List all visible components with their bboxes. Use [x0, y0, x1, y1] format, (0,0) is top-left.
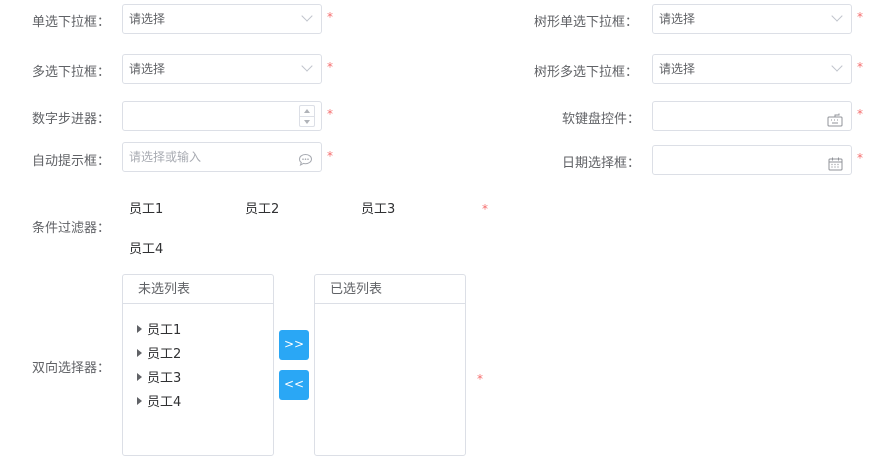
required-mark: *: [327, 60, 333, 74]
comment-icon: [298, 149, 313, 177]
calendar-icon[interactable]: [828, 153, 843, 181]
tree-node[interactable]: 员工4: [137, 391, 181, 410]
tree-single-select[interactable]: 请选择: [652, 4, 852, 34]
single-select-placeholder: 请选择: [129, 12, 166, 26]
caret-right-icon[interactable]: [137, 397, 142, 405]
stepper-controls: [299, 105, 315, 127]
required-mark: *: [857, 107, 863, 121]
date-picker-label: 日期选择框：: [562, 156, 641, 171]
transfer-left-title: 未选列表: [123, 275, 273, 304]
required-mark: *: [327, 149, 333, 163]
caret-right-icon[interactable]: [137, 325, 142, 333]
filter-option[interactable]: 员工2: [245, 198, 279, 217]
chevron-down-icon: [831, 60, 843, 72]
tree-multi-select-label: 树形多选下拉框：: [534, 65, 639, 80]
tree-node[interactable]: 员工2: [137, 343, 181, 362]
single-select-label: 单选下拉框：: [32, 15, 111, 30]
required-mark: *: [857, 10, 863, 24]
caret-up-icon: [304, 109, 310, 113]
multi-select-label: 多选下拉框：: [32, 65, 111, 80]
tree-single-select-placeholder: 请选择: [659, 12, 696, 26]
tree-node-label: 员工4: [147, 395, 182, 410]
tree-single-select-label: 树形单选下拉框：: [534, 15, 639, 30]
keyboard-icon[interactable]: [827, 109, 843, 137]
tree-node[interactable]: 员工3: [137, 367, 181, 386]
tree-multi-select[interactable]: 请选择: [652, 54, 852, 84]
transfer-label: 双向选择器：: [32, 361, 111, 376]
caret-right-icon[interactable]: [137, 373, 142, 381]
filter-option[interactable]: 员工3: [361, 198, 395, 217]
required-mark: *: [477, 372, 483, 386]
filter-option[interactable]: 员工1: [129, 198, 163, 217]
caret-right-icon[interactable]: [137, 349, 142, 357]
move-to-right-button[interactable]: >>: [279, 330, 309, 360]
move-to-left-button[interactable]: <<: [279, 370, 309, 400]
tree-node-label: 员工3: [147, 371, 182, 386]
required-mark: *: [327, 107, 333, 121]
condition-filter-label: 条件过滤器：: [32, 221, 111, 236]
autocomplete-input[interactable]: 请选择或输入: [122, 142, 322, 172]
transfer-right-title: 已选列表: [315, 275, 465, 304]
number-stepper-label: 数字步进器：: [32, 112, 111, 127]
date-picker-input[interactable]: [652, 145, 852, 175]
chevron-down-icon: [301, 60, 313, 72]
soft-keyboard-label: 软键盘控件：: [562, 112, 641, 127]
multi-select[interactable]: 请选择: [122, 54, 322, 84]
autocomplete-placeholder: 请选择或输入: [129, 150, 202, 164]
stepper-up-button[interactable]: [300, 106, 314, 116]
required-mark: *: [857, 60, 863, 74]
soft-keyboard-input[interactable]: [652, 101, 852, 131]
single-select[interactable]: 请选择: [122, 4, 322, 34]
tree-node[interactable]: 员工1: [137, 319, 181, 338]
autocomplete-label: 自动提示框：: [32, 154, 111, 169]
filter-option[interactable]: 员工4: [129, 238, 163, 257]
transfer-right-panel: 已选列表: [314, 274, 466, 456]
chevron-down-icon: [831, 10, 843, 22]
required-mark: *: [482, 202, 488, 216]
chevron-down-icon: [301, 10, 313, 22]
required-mark: *: [327, 10, 333, 24]
required-mark: *: [857, 151, 863, 165]
caret-down-icon: [304, 120, 310, 124]
multi-select-placeholder: 请选择: [129, 62, 166, 76]
stepper-down-button[interactable]: [300, 116, 314, 127]
transfer-left-panel: 未选列表 员工1 员工2 员工3 员工4: [122, 274, 274, 456]
number-stepper[interactable]: [122, 101, 322, 131]
tree-node-label: 员工1: [147, 323, 182, 338]
tree-node-label: 员工2: [147, 347, 182, 362]
tree-multi-select-placeholder: 请选择: [659, 62, 696, 76]
